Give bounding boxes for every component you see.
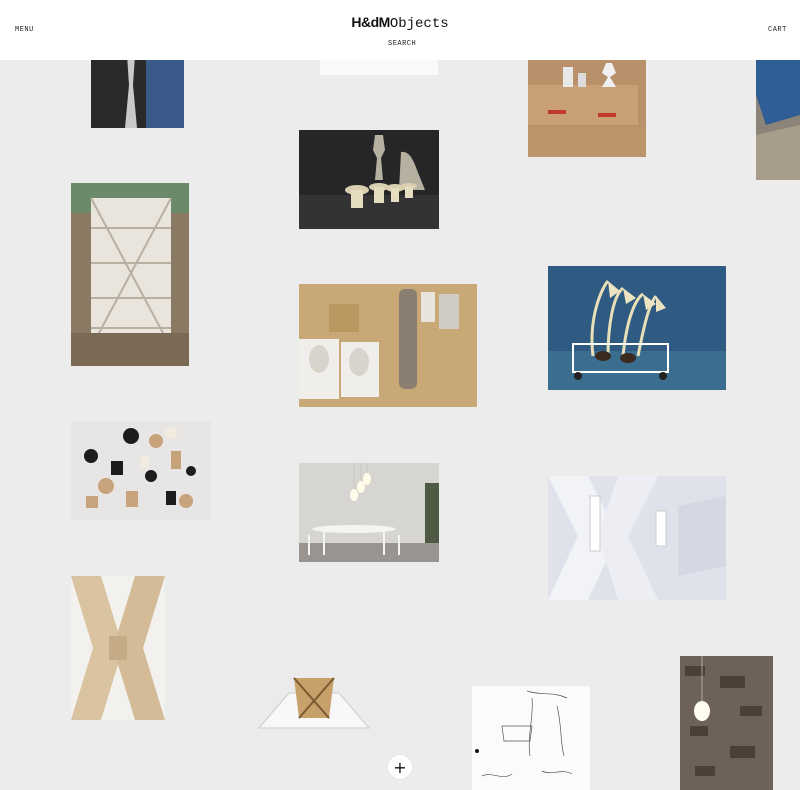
tile-wooden-x[interactable]: [71, 576, 165, 720]
tile-blue-edge[interactable]: [756, 55, 800, 180]
tile-molds-workshop[interactable]: [299, 284, 477, 407]
tile-lamp-trolley[interactable]: [548, 266, 726, 390]
load-more-button[interactable]: +: [388, 755, 412, 779]
search-button[interactable]: SEARCH: [388, 40, 416, 48]
photo-lamps-icon: [548, 266, 726, 390]
tile-white-x-interior[interactable]: [548, 476, 726, 600]
tile-stacked-structure[interactable]: [71, 183, 189, 366]
photo-boxes-icon: [528, 55, 646, 157]
site-logo[interactable]: H&dMObjects: [0, 14, 800, 32]
logo-bold-text: H&dM: [351, 14, 390, 30]
photo-x-interior-icon: [548, 476, 726, 600]
tile-pendant-table[interactable]: [299, 463, 439, 562]
photo-sketch-icon: [472, 686, 590, 790]
tile-cardboard-boxes[interactable]: [528, 55, 646, 157]
tile-wall-lamp[interactable]: [680, 656, 773, 790]
photo-stools-icon: [299, 130, 439, 229]
tile-mushroom-stools[interactable]: [299, 130, 439, 229]
logo-light-text: Objects: [389, 16, 449, 32]
tile-sketch[interactable]: [472, 686, 590, 790]
photo-molds-icon: [299, 284, 477, 407]
photo-blue-icon: [756, 55, 800, 180]
tile-column-photo[interactable]: [91, 55, 184, 128]
site-header: MENU H&dMObjects SEARCH CART: [0, 0, 800, 60]
photo-wall-lamp-icon: [680, 656, 773, 790]
cart-button[interactable]: CART: [768, 26, 787, 34]
photo-column-icon: [91, 55, 184, 128]
photo-wood-x-icon: [71, 576, 165, 720]
tile-game-pieces[interactable]: [71, 421, 211, 520]
photo-structure-icon: [71, 183, 189, 366]
tile-folded-model[interactable]: [244, 648, 383, 746]
photo-table-icon: [299, 463, 439, 562]
photo-model-icon: [244, 648, 383, 746]
photo-pieces-icon: [71, 421, 211, 520]
